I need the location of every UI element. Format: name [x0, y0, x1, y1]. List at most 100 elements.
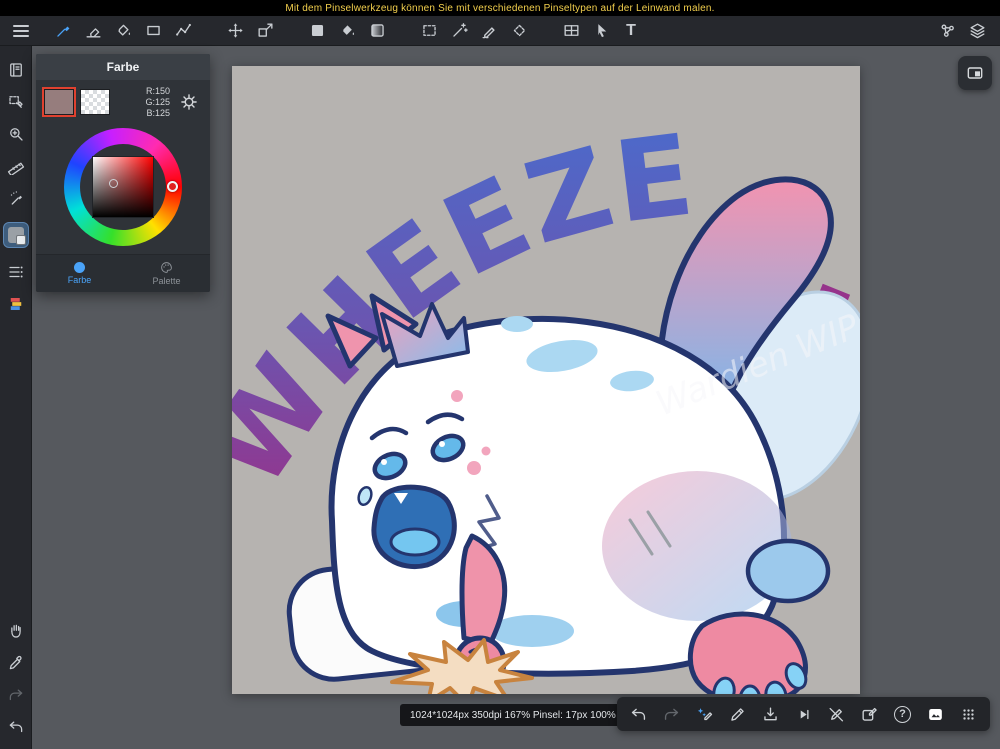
- palette-icon: [161, 262, 172, 273]
- polyline-tool-button[interactable]: [168, 17, 198, 45]
- select-eraser-button[interactable]: [504, 17, 534, 45]
- redo-icon: [9, 689, 22, 701]
- select-pen-icon: [481, 27, 495, 39]
- gear-icon: [181, 94, 197, 110]
- fill-square-tool-button[interactable]: [302, 17, 332, 45]
- ruler-button[interactable]: [2, 152, 30, 180]
- skip-button[interactable]: [788, 699, 819, 729]
- save-download-icon: [764, 706, 777, 720]
- gradient-icon: [370, 24, 384, 37]
- pen-button[interactable]: [722, 699, 753, 729]
- color-panel-header[interactable]: Farbe: [36, 54, 210, 80]
- eraser-icon: [85, 28, 101, 38]
- help-icon: ?: [894, 705, 911, 723]
- foreground-swatch[interactable]: [42, 87, 76, 117]
- color-panel-toggle[interactable]: [2, 216, 30, 254]
- text-tool-button[interactable]: T: [616, 17, 646, 45]
- redo-icon: [664, 708, 679, 720]
- main-menu-button[interactable]: [6, 17, 36, 45]
- paint-bucket-icon: [117, 24, 130, 36]
- undo-button[interactable]: [623, 699, 654, 729]
- tab-palette[interactable]: Palette: [123, 255, 210, 292]
- color-panel: Farbe R:150 G:125 B:125 Farbe Palette: [36, 54, 210, 292]
- draw-disable-button[interactable]: [821, 699, 852, 729]
- fill-drop-icon: [342, 25, 354, 35]
- pen-icon: [731, 707, 744, 721]
- ruler-icon: [7, 162, 24, 175]
- rgb-b: B:125: [146, 107, 170, 118]
- sv-marker[interactable]: [109, 179, 118, 188]
- note-button[interactable]: [854, 699, 885, 729]
- magic-wand-icon: [452, 23, 468, 37]
- menu-icon: [13, 24, 29, 37]
- hint-text: Mit dem Pinselwerkzeug können Sie mit ve…: [285, 2, 715, 14]
- brush-icon: [56, 26, 69, 37]
- left-sidebar: [0, 46, 32, 749]
- gradient-tool-button[interactable]: [362, 17, 392, 45]
- undo-button-side[interactable]: [2, 713, 30, 741]
- cursor-icon: [597, 24, 606, 38]
- color-settings-button[interactable]: [176, 89, 202, 115]
- marquee-icon: [422, 25, 436, 36]
- material-button[interactable]: [932, 17, 962, 45]
- save-button[interactable]: [755, 699, 786, 729]
- airbrush-button[interactable]: [2, 184, 30, 212]
- rgb-r: R:150: [145, 85, 170, 96]
- correction-tool-button[interactable]: [689, 699, 720, 729]
- hand-icon: [10, 624, 21, 638]
- swatches-button[interactable]: [2, 290, 30, 318]
- transform-tool-button[interactable]: [250, 17, 280, 45]
- drag-handle[interactable]: [953, 699, 984, 729]
- canvas-status-text: 1024*1024px 350dpi 167% Pinsel: 17px 100…: [410, 709, 616, 721]
- undo-icon: [631, 708, 646, 720]
- undo-icon: [9, 721, 22, 733]
- saturation-value-square[interactable]: [92, 156, 154, 218]
- rgb-g: G:125: [145, 96, 170, 107]
- memo-icon: [862, 707, 877, 721]
- move-tool-button[interactable]: [220, 17, 250, 45]
- stabilizer-icon: [697, 707, 713, 720]
- brush-list-button[interactable]: [2, 258, 30, 286]
- help-button[interactable]: ?: [887, 699, 918, 729]
- fill-drop-tool-button[interactable]: [332, 17, 362, 45]
- hand-tool-button[interactable]: [2, 617, 30, 645]
- select-pen-button[interactable]: [474, 17, 504, 45]
- background-swatch[interactable]: [80, 89, 110, 115]
- select-eraser-icon: [513, 24, 525, 37]
- transform-icon: [257, 23, 273, 37]
- shape-tool-button[interactable]: [138, 17, 168, 45]
- current-color-tile: [2, 222, 29, 248]
- bottom-toolbar: ?: [617, 697, 990, 731]
- gallery-button[interactable]: [920, 699, 951, 729]
- swatch-row: R:150 G:125 B:125: [36, 80, 210, 124]
- layers-button[interactable]: [962, 17, 992, 45]
- divide-tool-button[interactable]: [556, 17, 586, 45]
- navigator-icon: [967, 67, 983, 79]
- color-tab-label: Farbe: [67, 275, 92, 285]
- color-wheel[interactable]: [36, 124, 210, 254]
- select-area-button[interactable]: [2, 88, 30, 116]
- navigator-button[interactable]: [958, 56, 992, 90]
- cursor-tool-button[interactable]: [586, 17, 616, 45]
- airbrush-icon: [10, 191, 22, 205]
- no-draw-icon: [829, 707, 844, 722]
- selection-pen-icon: [8, 96, 23, 108]
- redo-button-side[interactable]: [2, 681, 30, 709]
- zoom-button[interactable]: [2, 120, 30, 148]
- palette-tab-label: Palette: [152, 276, 181, 286]
- bucket-tool-button[interactable]: [108, 17, 138, 45]
- tab-farbe[interactable]: Farbe: [36, 255, 123, 292]
- color-panel-title: Farbe: [106, 60, 140, 74]
- canvas-list-button[interactable]: [2, 56, 30, 84]
- wand-select-button[interactable]: [444, 17, 474, 45]
- marquee-select-button[interactable]: [414, 17, 444, 45]
- hue-marker[interactable]: [167, 181, 178, 192]
- redo-button[interactable]: [656, 699, 687, 729]
- eyedropper-button[interactable]: [2, 649, 30, 677]
- panel-divide-icon: [563, 25, 579, 36]
- eyedropper-icon: [9, 655, 22, 670]
- material-icon: [941, 24, 954, 37]
- eraser-tool-button[interactable]: [78, 17, 108, 45]
- canvas[interactable]: WHEEZE E: [232, 66, 860, 694]
- brush-tool-button[interactable]: [48, 17, 78, 45]
